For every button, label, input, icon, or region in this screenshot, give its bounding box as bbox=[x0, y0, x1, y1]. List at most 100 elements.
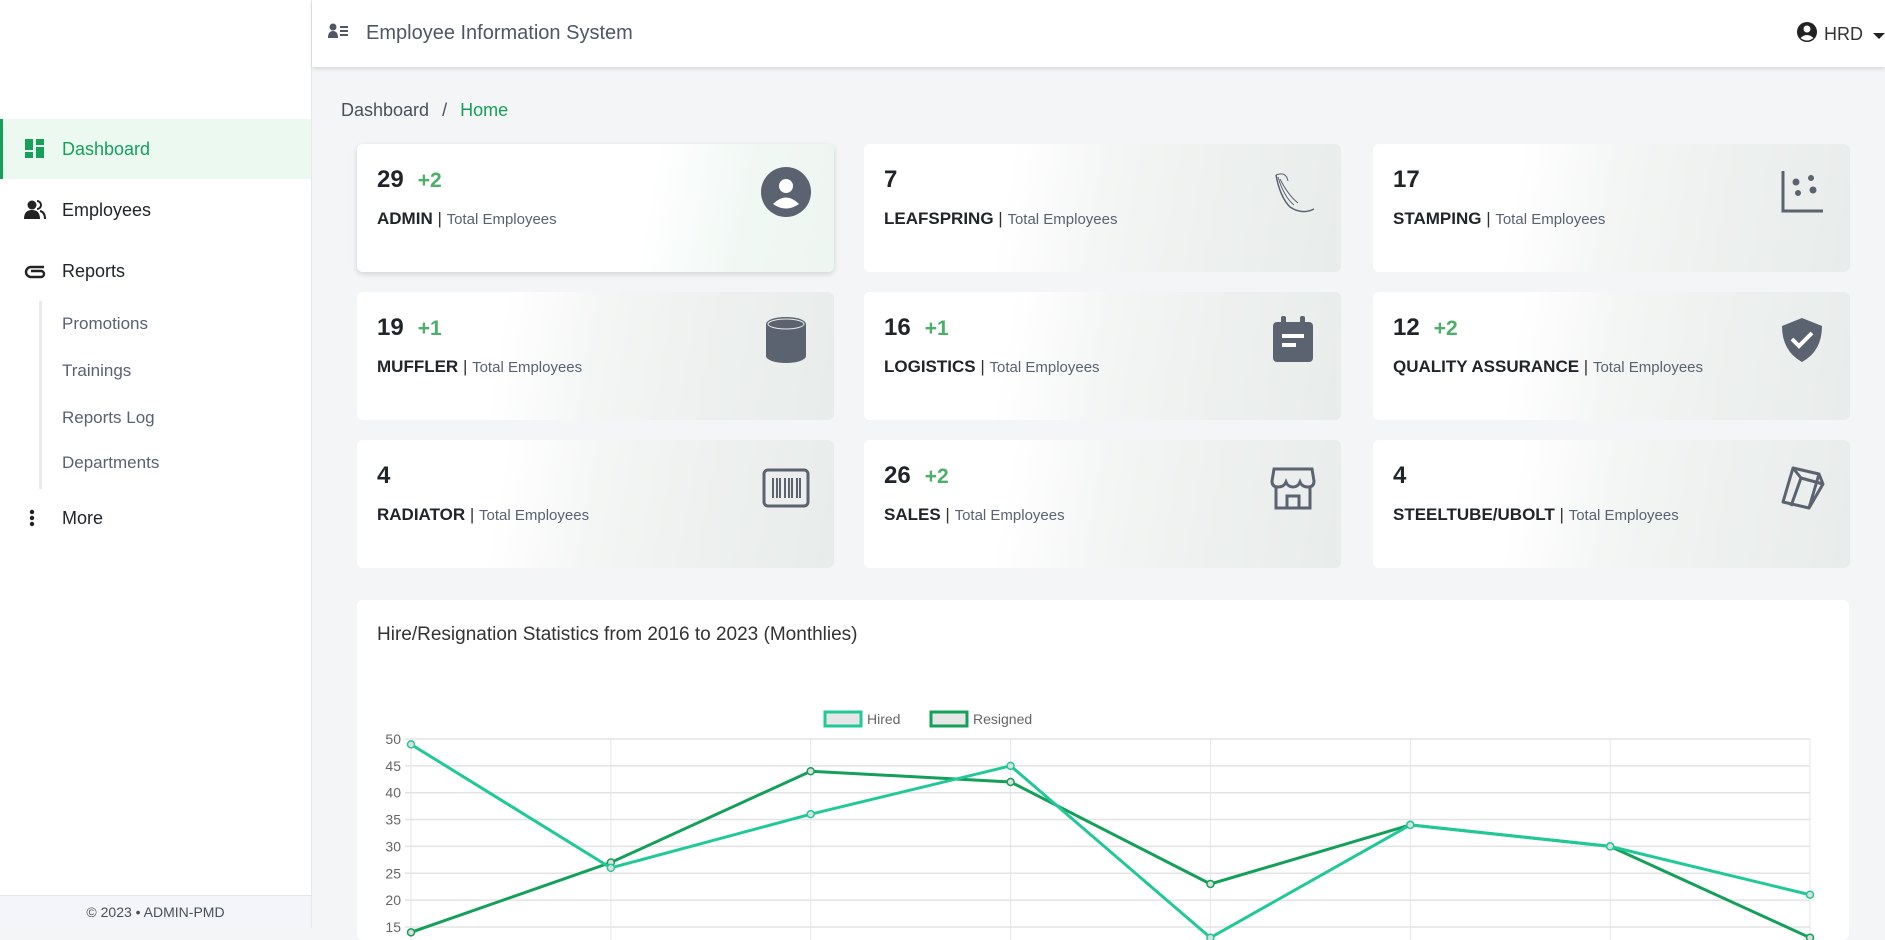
department-name: QUALITY ASSURANCE bbox=[1393, 357, 1580, 376]
breadcrumb-home: Home bbox=[460, 100, 509, 120]
card-subtitle: Total Employees bbox=[1007, 211, 1118, 228]
data-point-resigned bbox=[806, 766, 815, 776]
data-point-resigned bbox=[1006, 777, 1015, 787]
employee-delta: +1 bbox=[924, 317, 949, 340]
y-tick-label: 35 bbox=[385, 812, 401, 828]
box-icon bbox=[1776, 462, 1828, 514]
sidebar-item-more[interactable]: More bbox=[0, 488, 311, 548]
legend-label-resigned: Resigned bbox=[973, 711, 1032, 727]
y-tick-label: 25 bbox=[385, 865, 401, 881]
data-point-resigned bbox=[1805, 933, 1815, 940]
employee-count: 29 bbox=[377, 166, 404, 193]
department-name: RADIATOR bbox=[377, 505, 466, 524]
department-card-steeltube-ubolt[interactable]: 4 STEELTUBE/UBOLT | Total Employees bbox=[1373, 440, 1850, 568]
department-card-admin[interactable]: 29 +2 ADMIN | Total Employees bbox=[357, 144, 834, 272]
employee-delta: +2 bbox=[1433, 317, 1458, 340]
y-tick-label: 15 bbox=[385, 919, 401, 935]
employee-delta: +1 bbox=[417, 317, 442, 340]
y-tick-label: 50 bbox=[385, 731, 401, 747]
department-card-logistics[interactable]: 16 +1 LOGISTICS | Total Employees bbox=[864, 292, 1341, 420]
data-point-resigned bbox=[406, 928, 416, 937]
department-name: MUFFLER bbox=[377, 357, 459, 376]
employee-count: 4 bbox=[1393, 462, 1407, 489]
card-subtitle: Total Employees bbox=[472, 359, 583, 376]
sidebar-footer: © 2023 • ADMIN-PMD bbox=[0, 895, 311, 928]
department-card-radiator[interactable]: 4 RADIATOR | Total Employees bbox=[357, 440, 834, 568]
sidebar-item-reports[interactable]: Reports bbox=[0, 241, 311, 301]
sidebar-item-label: Reports bbox=[62, 260, 126, 281]
department-name: STEELTUBE/UBOLT bbox=[1393, 505, 1555, 524]
legend-swatch-hired bbox=[823, 710, 863, 728]
department-name: LOGISTICS bbox=[884, 357, 976, 376]
sidebar-subitem-reports-log[interactable]: Reports Log bbox=[62, 408, 155, 428]
sidebar-item-employees[interactable]: Employees bbox=[0, 180, 311, 240]
topbar: Employee Information System HRD bbox=[312, 0, 1885, 67]
department-card-stamping[interactable]: 17 STAMPING | Total Employees bbox=[1373, 144, 1850, 272]
spring-icon bbox=[1267, 166, 1319, 218]
department-name: ADMIN bbox=[377, 209, 433, 228]
series-line-hired bbox=[410, 743, 1811, 940]
clipboard-icon bbox=[1267, 314, 1319, 366]
data-point-hired bbox=[1605, 842, 1615, 851]
line-chart: 50 45 40 35 30 25 20 15 Hired Resigned bbox=[385, 710, 1815, 940]
series-line-resigned bbox=[410, 769, 1811, 940]
employee-count: 7 bbox=[884, 166, 898, 193]
card-subtitle: Total Employees bbox=[446, 211, 557, 228]
sidebar-item-label: More bbox=[62, 507, 104, 528]
employee-count: 12 bbox=[1393, 314, 1420, 341]
department-card-muffler[interactable]: 19 +1 MUFFLER | Total Employees bbox=[357, 292, 834, 420]
card-subtitle: Total Employees bbox=[1495, 211, 1606, 228]
user-name: HRD bbox=[1824, 24, 1863, 44]
department-name: STAMPING bbox=[1393, 209, 1482, 228]
data-point-hired bbox=[806, 809, 815, 819]
department-card-sales[interactable]: 26 +2 SALES | Total Employees bbox=[864, 440, 1341, 568]
card-subtitle: Total Employees bbox=[1592, 359, 1704, 376]
employee-count: 26 bbox=[884, 462, 911, 489]
more-vertical-icon bbox=[28, 507, 36, 529]
employee-count: 4 bbox=[377, 462, 391, 489]
data-point-hired bbox=[1805, 890, 1815, 899]
y-tick-label: 40 bbox=[385, 785, 401, 801]
user-circle-icon bbox=[1796, 21, 1818, 48]
user-circle-icon bbox=[760, 166, 812, 218]
department-card-quality-assurance[interactable]: 12 +2 QUALITY ASSURANCE | Total Employees bbox=[1373, 292, 1850, 420]
department-name: SALES bbox=[884, 505, 941, 524]
card-subtitle: Total Employees bbox=[989, 359, 1100, 376]
dashboard-icon bbox=[24, 138, 46, 160]
store-icon bbox=[1267, 462, 1319, 514]
breadcrumb-separator: / bbox=[442, 100, 448, 120]
shield-check-icon bbox=[1776, 314, 1828, 366]
department-name: LEAFSPRING bbox=[884, 209, 994, 228]
sidebar-subitem-trainings[interactable]: Trainings bbox=[62, 361, 131, 381]
employee-list-icon bbox=[328, 23, 350, 44]
department-card-leafspring[interactable]: 7 LEAFSPRING | Total Employees bbox=[864, 144, 1341, 272]
data-point-hired bbox=[1006, 761, 1015, 771]
data-point-hired bbox=[406, 740, 416, 749]
card-subtitle: Total Employees bbox=[1568, 507, 1679, 524]
employee-count: 16 bbox=[884, 314, 911, 341]
sidebar-item-label: Dashboard bbox=[62, 138, 151, 159]
sidebar-subitem-departments[interactable]: Departments bbox=[62, 453, 159, 473]
breadcrumb: Dashboard / Home bbox=[341, 100, 508, 121]
data-point-hired bbox=[1206, 933, 1215, 940]
breadcrumb-dashboard[interactable]: Dashboard bbox=[341, 100, 429, 120]
data-point-resigned bbox=[1206, 879, 1215, 889]
paperclip-icon bbox=[24, 260, 46, 282]
card-subtitle: Total Employees bbox=[479, 507, 590, 524]
y-tick-label: 30 bbox=[385, 838, 401, 854]
sidebar-subitem-promotions[interactable]: Promotions bbox=[62, 314, 148, 334]
hire-resignation-chart-card: Hire/Resignation Statistics from 2016 to… bbox=[357, 600, 1849, 940]
data-point-hired bbox=[606, 863, 616, 873]
data-point-hired bbox=[1406, 820, 1415, 830]
employee-count: 19 bbox=[377, 314, 404, 341]
reports-submenu: Promotions Trainings Reports Log Departm… bbox=[39, 301, 159, 489]
y-tick-label: 20 bbox=[385, 892, 401, 908]
caret-down-icon bbox=[1873, 24, 1885, 45]
users-icon bbox=[24, 199, 46, 221]
user-menu[interactable]: HRD bbox=[1796, 21, 1885, 48]
sidebar-item-dashboard[interactable]: Dashboard bbox=[0, 119, 311, 179]
employee-count: 17 bbox=[1393, 166, 1420, 193]
sidebar: Dashboard Employees Reports Promotions T… bbox=[0, 0, 312, 928]
sidebar-item-label: Employees bbox=[62, 199, 152, 220]
scatter-plot-icon bbox=[1776, 166, 1828, 218]
